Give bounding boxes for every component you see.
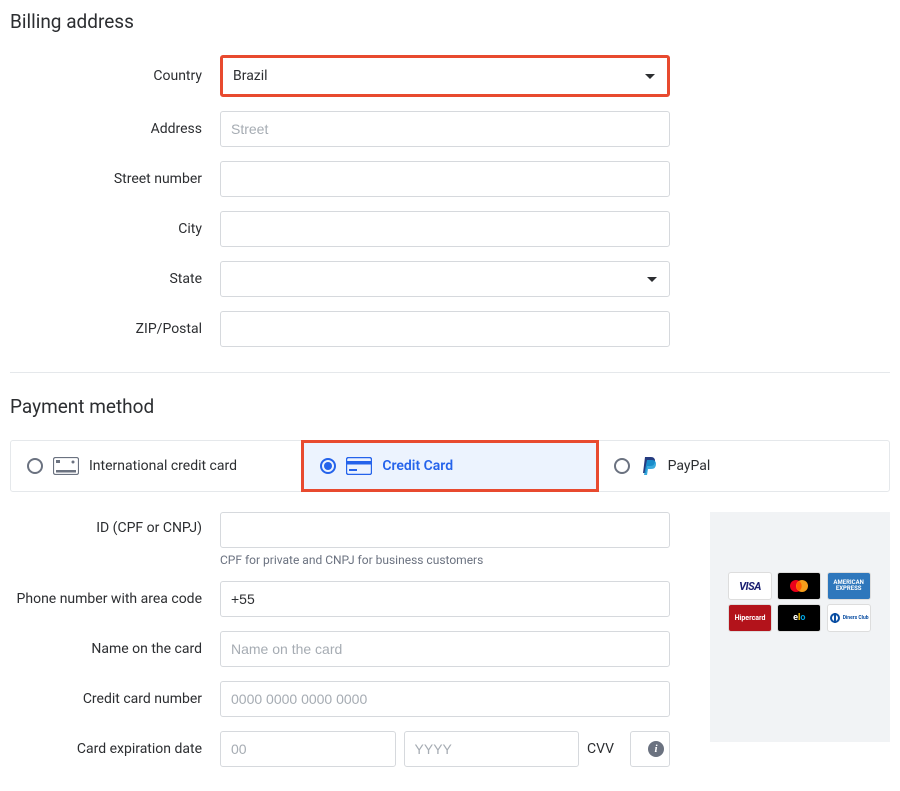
- paypal-icon: [640, 456, 658, 476]
- id-input[interactable]: [220, 512, 670, 548]
- payment-method-title: Payment method: [10, 395, 890, 418]
- name-on-card-row: Name on the card: [10, 631, 690, 667]
- card-number-input[interactable]: [220, 681, 670, 717]
- name-on-card-input[interactable]: [220, 631, 670, 667]
- street-number-input[interactable]: [220, 161, 670, 197]
- payment-body: ID (CPF or CNPJ) CPF for private and CNP…: [10, 512, 890, 781]
- zip-row: ZIP/Postal: [10, 311, 890, 347]
- hipercard-logo: Hipercard: [728, 604, 772, 632]
- city-row: City: [10, 211, 890, 247]
- phone-input[interactable]: [220, 581, 670, 617]
- diners-club-logo: Diners Club: [827, 604, 871, 632]
- tab-international-card[interactable]: International credit card: [11, 441, 302, 491]
- country-select-highlight: Brazil: [220, 55, 670, 97]
- card-number-label: Credit card number: [10, 691, 220, 707]
- tab-intl-label: International credit card: [89, 458, 237, 474]
- address-label: Address: [10, 121, 220, 137]
- name-on-card-label: Name on the card: [10, 641, 220, 657]
- street-number-row: Street number: [10, 161, 890, 197]
- mastercard-logo: [777, 572, 821, 600]
- state-row: State: [10, 261, 890, 297]
- country-row: Country Brazil: [10, 55, 890, 97]
- id-helper-text: CPF for private and CNPJ for business cu…: [220, 553, 670, 567]
- visa-logo: VISA: [728, 572, 772, 600]
- exp-month-input[interactable]: [220, 731, 396, 767]
- id-row: ID (CPF or CNPJ) CPF for private and CNP…: [10, 512, 690, 567]
- exp-year-input[interactable]: [404, 731, 580, 767]
- address-input[interactable]: [220, 111, 670, 147]
- id-label: ID (CPF or CNPJ): [10, 512, 220, 536]
- city-label: City: [10, 221, 220, 237]
- exp-label: Card expiration date: [10, 741, 220, 757]
- tab-credit-card[interactable]: Credit Card: [301, 440, 598, 492]
- country-select-value: Brazil: [233, 68, 268, 84]
- country-label: Country: [10, 68, 220, 84]
- radio-icon: [614, 458, 630, 474]
- tab-paypal[interactable]: PayPal: [598, 441, 889, 491]
- section-divider: [10, 372, 890, 373]
- address-row: Address: [10, 111, 890, 147]
- cvv-label: CVV: [587, 741, 622, 757]
- zip-input[interactable]: [220, 311, 670, 347]
- card-number-row: Credit card number: [10, 681, 690, 717]
- phone-label: Phone number with area code: [10, 591, 220, 607]
- card-logos-grid: VISA AMERICAN EXPRESS Hipercard elo Dine…: [728, 572, 872, 632]
- amex-logo: AMERICAN EXPRESS: [827, 572, 871, 600]
- city-input[interactable]: [220, 211, 670, 247]
- info-icon[interactable]: i: [648, 741, 664, 757]
- billing-address-title: Billing address: [10, 10, 890, 33]
- phone-row: Phone number with area code: [10, 581, 690, 617]
- accepted-cards-box: VISA AMERICAN EXPRESS Hipercard elo Dine…: [710, 512, 890, 742]
- state-select[interactable]: [220, 261, 670, 297]
- credit-card-icon: [53, 457, 79, 475]
- radio-icon: [320, 458, 336, 474]
- payment-form: ID (CPF or CNPJ) CPF for private and CNP…: [10, 512, 690, 781]
- chevron-down-icon: [647, 277, 657, 282]
- credit-card-icon: [346, 457, 372, 475]
- tab-credit-label: Credit Card: [382, 458, 453, 474]
- chevron-down-icon: [645, 74, 655, 79]
- zip-label: ZIP/Postal: [10, 321, 220, 337]
- tab-paypal-label: PayPal: [668, 458, 711, 474]
- country-select[interactable]: Brazil: [223, 58, 667, 94]
- state-label: State: [10, 271, 220, 287]
- elo-logo: elo: [777, 604, 821, 632]
- exp-row: Card expiration date CVV i: [10, 731, 690, 767]
- street-number-label: Street number: [10, 171, 220, 187]
- radio-icon: [27, 458, 43, 474]
- payment-method-tabs: International credit card Credit Card Pa…: [10, 440, 890, 492]
